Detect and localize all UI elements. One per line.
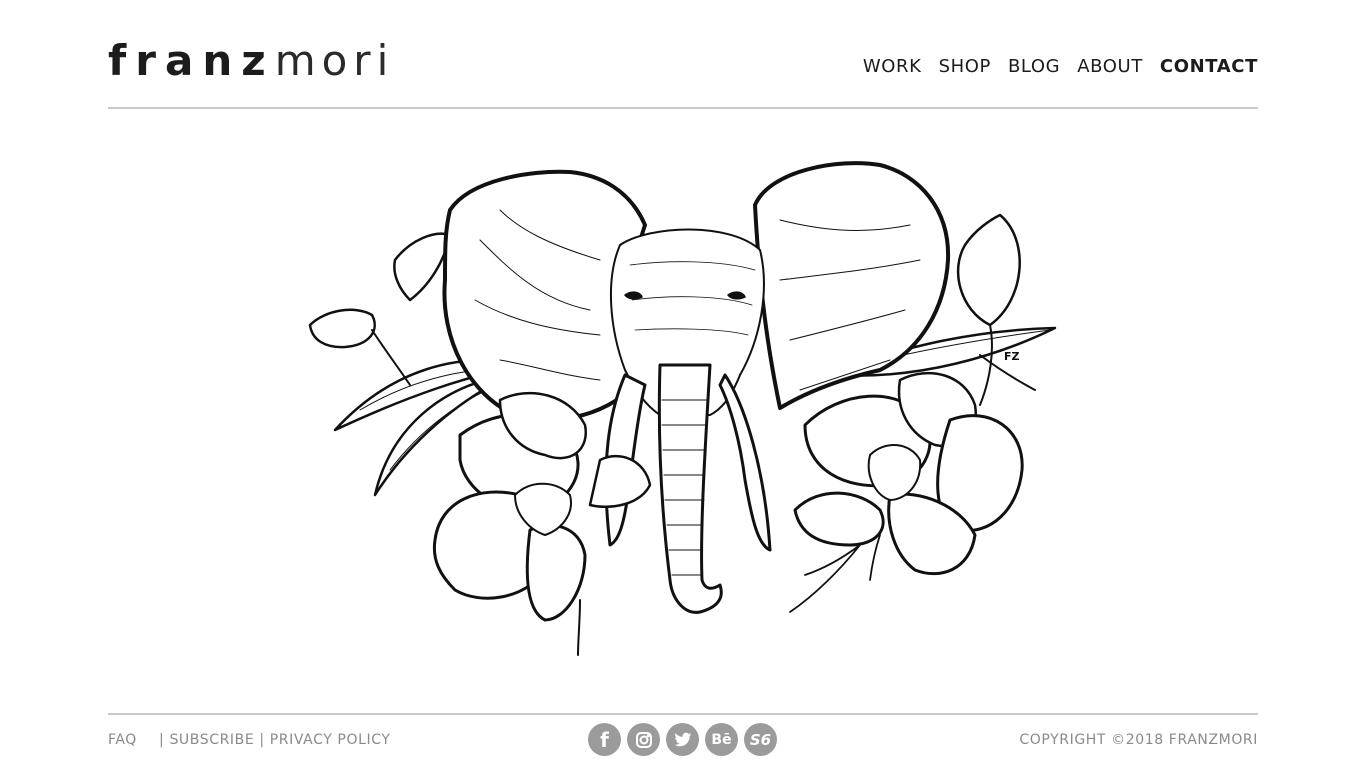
instagram-icon[interactable] bbox=[627, 723, 660, 756]
nav-work[interactable]: WORK bbox=[863, 56, 922, 77]
social-links: f Bē S6 bbox=[588, 723, 777, 756]
copyright-text: COPYRIGHT ©2018 FRANZMORI bbox=[1019, 732, 1258, 748]
main-nav: WORK SHOP BLOG ABOUT CONTACT bbox=[863, 56, 1258, 77]
logo-bold-part: franz bbox=[108, 36, 275, 85]
facebook-glyph: f bbox=[600, 727, 609, 752]
header-divider bbox=[108, 107, 1258, 109]
society6-glyph: S6 bbox=[749, 730, 772, 749]
faq-link[interactable]: FAQ bbox=[108, 732, 137, 748]
site-header: franzmori WORK SHOP BLOG ABOUT CONTACT bbox=[108, 0, 1258, 108]
twitter-icon[interactable] bbox=[666, 723, 699, 756]
society6-icon[interactable]: S6 bbox=[744, 723, 777, 756]
facebook-icon[interactable]: f bbox=[588, 723, 621, 756]
logo-light-part: mori bbox=[274, 36, 395, 85]
subscribe-link[interactable]: SUBSCRIBE bbox=[169, 732, 254, 748]
behance-icon[interactable]: Bē bbox=[705, 723, 738, 756]
behance-glyph: Bē bbox=[711, 731, 732, 748]
nav-about[interactable]: ABOUT bbox=[1077, 56, 1143, 77]
site-logo[interactable]: franzmori bbox=[108, 38, 394, 84]
footer-links: FAQ | SUBSCRIBE | PRIVACY POLICY bbox=[108, 732, 390, 748]
nav-blog[interactable]: BLOG bbox=[1008, 56, 1060, 77]
nav-contact[interactable]: CONTACT bbox=[1160, 56, 1258, 77]
footer-separator: | bbox=[159, 732, 165, 748]
footer-divider bbox=[108, 713, 1258, 715]
footer-separator: | bbox=[259, 732, 265, 748]
nav-shop[interactable]: SHOP bbox=[939, 56, 991, 77]
elephant-orchid-illustration: FZ bbox=[308, 161, 1057, 656]
privacy-policy-link[interactable]: PRIVACY POLICY bbox=[270, 732, 391, 748]
artist-signature: FZ bbox=[1004, 350, 1020, 363]
